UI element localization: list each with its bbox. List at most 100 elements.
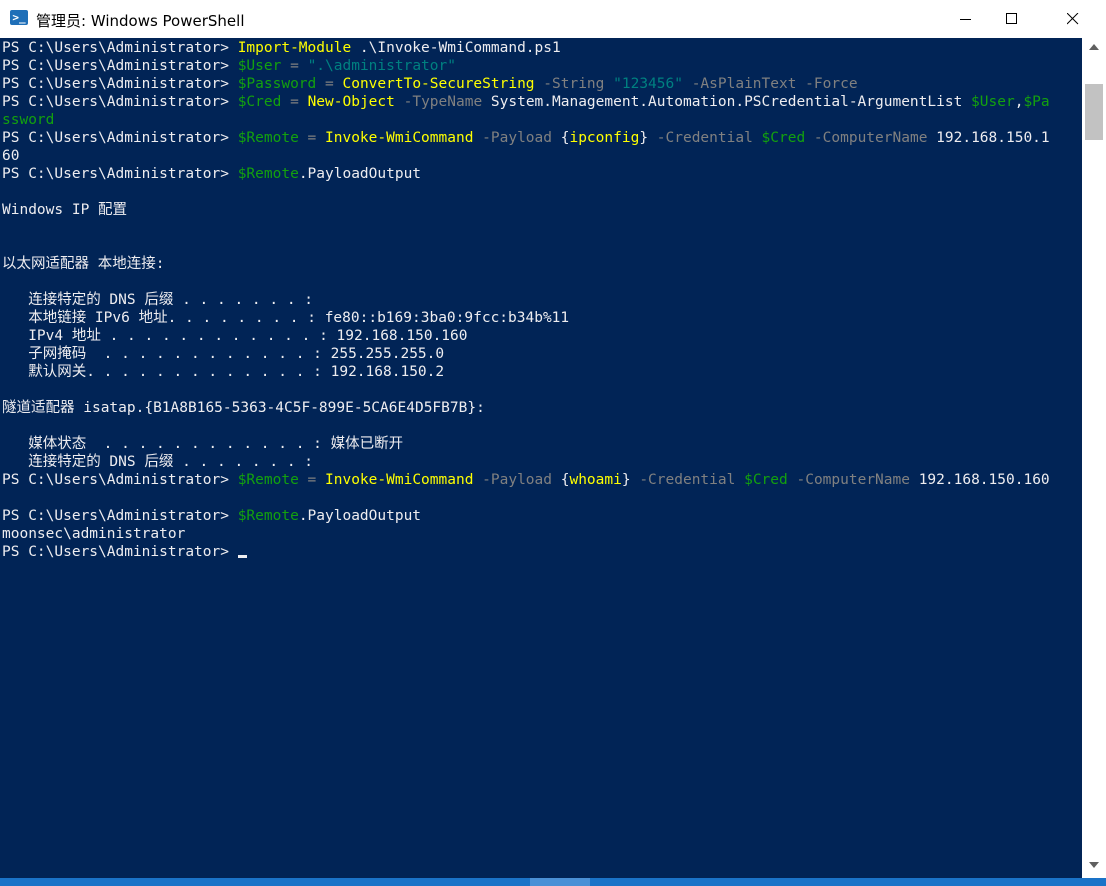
console-line: PS C:\Users\Administrator> $User = ".\ad… xyxy=(2,57,456,75)
console-line: IPv4 地址 . . . . . . . . . . . . : 192.16… xyxy=(2,327,468,345)
scroll-up-arrow-icon[interactable] xyxy=(1089,44,1099,50)
console-token: PS C:\Users\Administrator> xyxy=(2,544,238,560)
console-token: ConvertTo-SecureString xyxy=(342,76,535,92)
scroll-down-arrow-icon[interactable] xyxy=(1089,862,1099,868)
console-token: = xyxy=(281,94,308,110)
console-token: ".\administrator" xyxy=(307,58,456,74)
console-line: 默认网关. . . . . . . . . . . . . : 192.168.… xyxy=(2,363,444,381)
console-line: Windows IP 配置 xyxy=(2,201,127,219)
console-token: "123456" xyxy=(613,76,683,92)
console-token: PS C:\Users\Administrator> xyxy=(2,40,238,56)
console-line: 本地链接 IPv6 地址. . . . . . . . : fe80::b169… xyxy=(2,309,569,327)
console-token: ipconfig xyxy=(569,130,640,146)
console-token: $Remote xyxy=(237,166,299,182)
console-token: PS C:\Users\Administrator> xyxy=(2,94,238,110)
console-line: moonsec\administrator xyxy=(2,525,185,543)
console-token: $Cred xyxy=(237,94,282,110)
console-line: 隧道适配器 isatap.{B1A8B165-5363-4C5F-899E-5C… xyxy=(2,399,485,417)
console-line: ssword xyxy=(2,111,54,129)
console-token: } xyxy=(639,130,649,146)
console-output[interactable]: PS C:\Users\Administrator> Import-Module… xyxy=(0,38,1082,878)
powershell-icon: >_ xyxy=(10,10,28,25)
console-token: = xyxy=(298,472,326,488)
minimize-icon xyxy=(960,19,971,20)
console-line: PS C:\Users\Administrator> $Remote.Paylo… xyxy=(2,165,421,183)
console-token: $Remote xyxy=(237,472,299,488)
console-token: $Pa xyxy=(1023,94,1050,110)
close-icon xyxy=(1067,13,1079,25)
console-token: Invoke-WmiCommand xyxy=(325,472,474,488)
console-token: -AsPlainText -Force xyxy=(682,76,858,92)
console-token: $User xyxy=(237,58,282,74)
console-line: PS C:\Users\Administrator> $Remote.Paylo… xyxy=(2,507,421,525)
console-token: System.Management.Automation.PSCredentia… xyxy=(490,94,972,110)
vertical-scrollbar[interactable] xyxy=(1082,38,1106,878)
console-token: .\Invoke-WmiCommand.ps1 xyxy=(351,40,561,56)
title-bar[interactable]: >_ 管理员: Windows PowerShell xyxy=(0,0,1106,38)
console-line: 媒体状态 . . . . . . . . . . . . : 媒体已断开 xyxy=(2,435,403,453)
console-token: $Password xyxy=(237,76,317,92)
console-token: PS C:\Users\Administrator> xyxy=(2,508,238,524)
console-token: 隧道适配器 isatap.{B1A8B165-5363-4C5F-899E-5C… xyxy=(2,400,485,416)
console-token: $Cred xyxy=(744,472,788,488)
console-token: IPv4 地址 . . . . . . . . . . . . : 192.16… xyxy=(2,328,468,344)
text-cursor xyxy=(237,555,247,558)
console-token: } xyxy=(621,472,631,488)
maximize-button[interactable] xyxy=(989,0,1035,38)
console-token: PS C:\Users\Administrator> xyxy=(2,472,238,488)
console-token: $Remote xyxy=(237,130,299,146)
console-token: 媒体状态 . . . . . . . . . . . . : 媒体已断开 xyxy=(2,436,404,452)
console-line: PS C:\Users\Administrator> $Remote = Inv… xyxy=(2,471,1050,489)
console-token: -Credential xyxy=(648,130,762,146)
console-line: 连接特定的 DNS 后缀 . . . . . . . : xyxy=(2,291,313,309)
console-line: PS C:\Users\Administrator> Import-Module… xyxy=(2,39,561,57)
console-token: PS C:\Users\Administrator> xyxy=(2,130,238,146)
console-token: 本地链接 IPv6 地址. . . . . . . . : fe80::b169… xyxy=(2,310,570,326)
console-token: -String xyxy=(534,76,614,92)
console-token: $Cred xyxy=(761,130,806,146)
console-token: .PayloadOutput xyxy=(298,508,422,524)
console-line: PS C:\Users\Administrator> $Remote = Inv… xyxy=(2,129,1050,147)
console-token: moonsec\administrator xyxy=(2,526,186,542)
console-token: 连接特定的 DNS 后缀 . . . . . . . : xyxy=(2,454,314,470)
console-line: 以太网适配器 本地连接: xyxy=(2,255,164,273)
console-line: 60 xyxy=(2,147,19,165)
console-token: 默认网关. . . . . . . . . . . . . : 192.168.… xyxy=(2,364,445,380)
taskbar-active-item[interactable] xyxy=(530,878,590,886)
console-token: Invoke-WmiCommand xyxy=(325,130,474,146)
console-token: 192.168.150.160 xyxy=(918,472,1050,488)
console-token: whoami xyxy=(569,472,622,488)
console-token: 连接特定的 DNS 后缀 . . . . . . . : xyxy=(2,292,314,308)
console-token: .PayloadOutput xyxy=(298,166,422,182)
console-token: -TypeName xyxy=(394,94,491,110)
console-token: 60 xyxy=(2,148,20,164)
close-button[interactable] xyxy=(1050,0,1096,38)
console-token: -Payload xyxy=(473,472,561,488)
console-token: New-Object xyxy=(307,94,395,110)
console-token: 192.168.150.1 xyxy=(936,130,1050,146)
maximize-icon xyxy=(1006,13,1017,24)
console-token: 以太网适配器 本地连接: xyxy=(2,256,165,272)
console-token: = xyxy=(316,76,343,92)
console-token: = xyxy=(298,130,326,146)
console-token: $User xyxy=(971,94,1015,110)
console-line: PS C:\Users\Administrator> $Cred = New-O… xyxy=(2,93,1050,111)
console-line: PS C:\Users\Administrator> xyxy=(2,543,247,561)
console-line: PS C:\Users\Administrator> $Password = C… xyxy=(2,75,858,93)
minimize-button[interactable] xyxy=(943,0,989,38)
console-token: -Payload xyxy=(473,130,561,146)
console-line: 连接特定的 DNS 后缀 . . . . . . . : xyxy=(2,453,313,471)
console-token: Windows IP 配置 xyxy=(2,202,128,218)
console-token: ssword xyxy=(2,112,55,128)
window-title: 管理员: Windows PowerShell xyxy=(36,12,245,30)
console-token: $Remote xyxy=(237,508,299,524)
console-token: PS C:\Users\Administrator> xyxy=(2,58,238,74)
console-token: 子网掩码 . . . . . . . . . . . . : 255.255.2… xyxy=(2,346,445,362)
console-token: Import-Module xyxy=(237,40,352,56)
scrollbar-thumb[interactable] xyxy=(1085,84,1103,140)
console-token: PS C:\Users\Administrator> xyxy=(2,166,238,182)
console-token: PS C:\Users\Administrator> xyxy=(2,76,238,92)
console-token: -ComputerName xyxy=(805,130,937,146)
console-token: = xyxy=(281,58,308,74)
console-line: 子网掩码 . . . . . . . . . . . . : 255.255.2… xyxy=(2,345,444,363)
